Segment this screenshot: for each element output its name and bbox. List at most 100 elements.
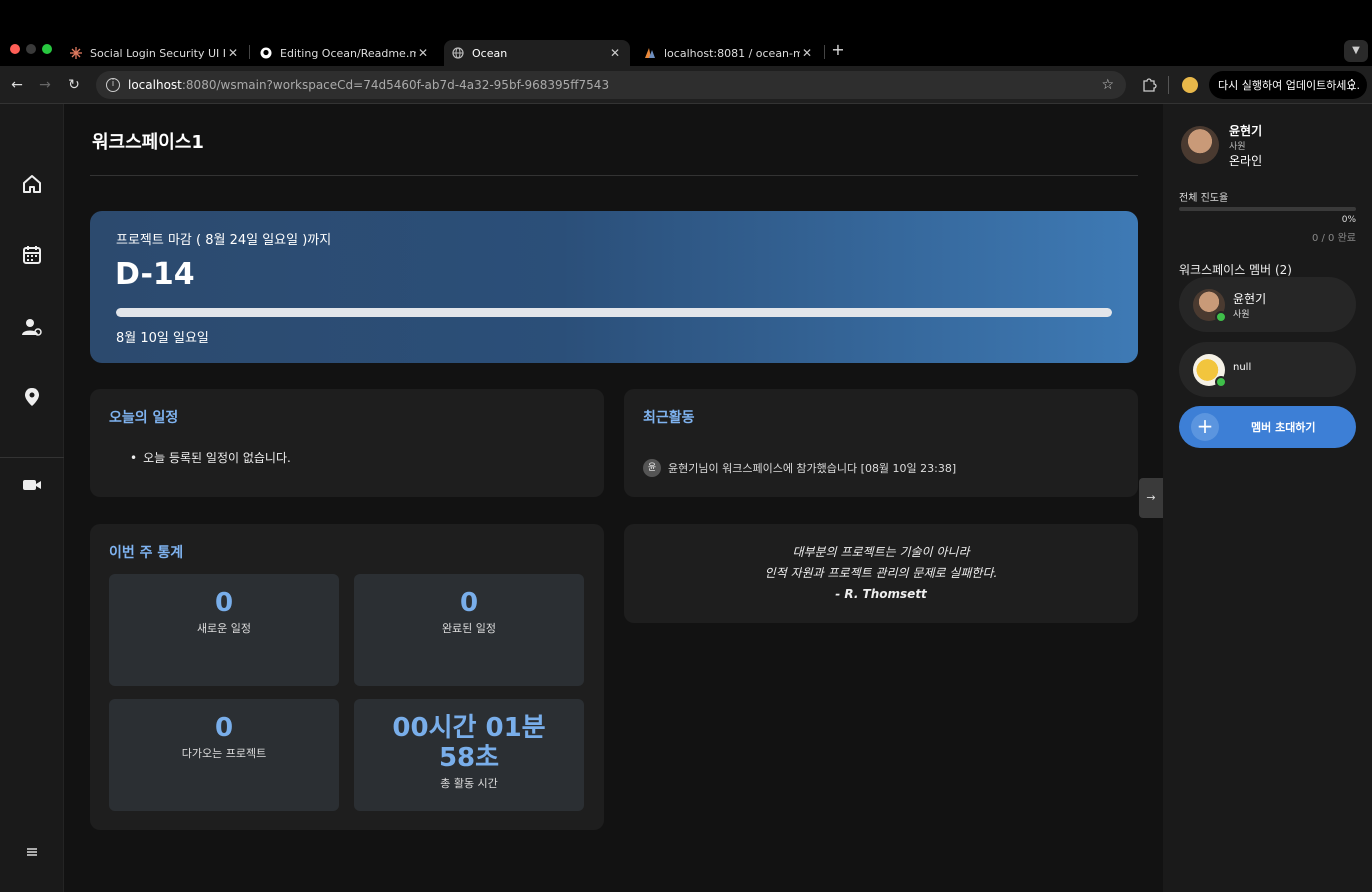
browser-profile-icon[interactable] <box>1182 77 1198 93</box>
quote-card: 대부분의 프로젝트는 기술이 아니라 인적 자원과 프로젝트 관리의 문제로 실… <box>624 524 1138 623</box>
quote-line: 인적 자원과 프로젝트 관리의 문제로 실패한다. <box>764 566 998 580</box>
recent-activity-card: 최근활동 윤 윤현기님이 워크스페이스에 참가했습니다 [08월 10일 23:… <box>624 389 1138 497</box>
member-name: null <box>1233 362 1252 373</box>
tab-separator <box>249 45 250 59</box>
right-panel: 윤현기 사원 온라인 전체 진도율 0% 0 / 0 완료 워크스페이스 멤버 … <box>1163 104 1372 892</box>
weekly-stats-card: 이번 주 통계 0 새로운 일정 0 완료된 일정 0 다가오는 프로젝트 00… <box>90 524 604 830</box>
deadline-progress-bar <box>116 308 1112 317</box>
activity-text: 윤현기님이 워크스페이스에 참가했습니다 [08월 10일 23:38] <box>668 462 957 475</box>
stat-label: 다가오는 프로젝트 <box>181 747 267 760</box>
profile-status: 온라인 <box>1229 154 1263 168</box>
quote-line: 대부분의 프로젝트는 기술이 아니라 <box>792 545 970 559</box>
address-bar[interactable]: i localhost:8080/wsmain?workspaceCd=74d5… <box>96 71 1126 99</box>
url-host: localhost <box>128 78 182 92</box>
member-role: 사원 <box>1233 310 1250 320</box>
plus-icon: + <box>1191 413 1219 441</box>
close-tab-icon[interactable]: ✕ <box>226 46 240 60</box>
hamburger-menu-icon[interactable] <box>20 840 44 864</box>
toolbar-separator <box>1168 76 1169 94</box>
stat-completed-schedules: 0 완료된 일정 <box>354 574 584 686</box>
new-tab-button[interactable]: + <box>830 41 846 59</box>
site-info-icon[interactable]: i <box>106 78 120 92</box>
card-title: 오늘의 일정 <box>109 410 179 426</box>
browser-tab-active[interactable]: Ocean ✕ <box>444 40 630 66</box>
calendar-icon[interactable] <box>20 243 44 267</box>
quote: 대부분의 프로젝트는 기술이 아니라 인적 자원과 프로젝트 관리의 문제로 실… <box>624 542 1138 605</box>
nav-separator <box>0 457 64 458</box>
browser-tab[interactable]: Social Login Security UI Impro ✕ <box>62 40 248 66</box>
video-camera-icon[interactable] <box>20 473 44 497</box>
tab-separator <box>824 45 825 59</box>
profile-name: 윤현기 <box>1229 124 1263 138</box>
today-schedule-card: 오늘의 일정 오늘 등록된 일정이 없습니다. <box>90 389 604 497</box>
dday-counter: D-14 <box>115 257 195 292</box>
online-status-dot <box>1215 311 1227 323</box>
stat-label: 총 활동 시간 <box>440 777 498 790</box>
deadline-banner: 프로젝트 마감 ( 8월 24일 일요일 )까지 D-14 8월 10일 일요일 <box>90 211 1138 363</box>
members-title: 워크스페이스 멤버 (2) <box>1179 263 1292 277</box>
stat-value: 0 <box>214 588 234 618</box>
globe-icon <box>452 47 464 59</box>
tab-search-button[interactable]: ▼ <box>1344 40 1368 62</box>
member-item[interactable]: null <box>1179 342 1356 397</box>
schedule-item: 오늘 등록된 일정이 없습니다. <box>130 449 291 466</box>
member-name: 윤현기 <box>1233 292 1267 306</box>
card-title: 이번 주 통계 <box>109 545 184 561</box>
avatar: 윤 <box>643 459 661 477</box>
overall-progress-label: 전체 진도율 <box>1179 193 1229 204</box>
tab-title: Social Login Security UI Impro <box>90 46 226 60</box>
browser-tab[interactable]: Editing Ocean/Readme.md at ✕ <box>252 40 438 66</box>
arrow-right-icon: → <box>1146 491 1156 504</box>
deadline-progress-fill <box>116 308 1112 317</box>
minimize-window-button[interactable] <box>26 44 36 54</box>
deadline-label: 프로젝트 마감 ( 8월 24일 일요일 )까지 <box>116 233 332 248</box>
url-path: :8080/wsmain?workspaceCd=74d5460f-ab7d-4… <box>181 78 610 92</box>
tab-title: localhost:8081 / ocean-mysq <box>664 46 800 60</box>
close-tab-icon[interactable]: ✕ <box>416 46 430 60</box>
close-window-button[interactable] <box>10 44 20 54</box>
invite-member-button[interactable]: + 멤버 초대하기 <box>1179 406 1356 448</box>
avatar[interactable] <box>1181 126 1219 164</box>
browser-toolbar: ← → ↻ i localhost:8080/wsmain?workspaceC… <box>0 66 1372 104</box>
stat-value: 00시간 01분 58초 <box>392 713 546 773</box>
zoom-window-button[interactable] <box>42 44 52 54</box>
app: 워크스페이스1 프로젝트 마감 ( 8월 24일 일요일 )까지 D-14 8월… <box>0 104 1372 892</box>
bookmark-star-icon[interactable]: ☆ <box>1101 77 1114 93</box>
overall-progress-percent: 0% <box>1341 215 1356 225</box>
close-tab-icon[interactable]: ✕ <box>800 46 814 60</box>
online-status-dot <box>1215 376 1227 388</box>
overall-progress-bar <box>1179 207 1356 211</box>
reload-button[interactable]: ↻ <box>64 75 84 95</box>
stat-label: 완료된 일정 <box>441 622 497 635</box>
location-pin-icon[interactable] <box>20 385 44 409</box>
card-title: 최근활동 <box>643 410 695 426</box>
github-icon <box>260 47 272 59</box>
phpmyadmin-icon <box>644 47 656 59</box>
close-tab-icon[interactable]: ✕ <box>608 46 622 60</box>
update-label: 다시 실행하여 업데이트하세요. <box>1218 79 1361 92</box>
title-divider <box>90 175 1138 176</box>
stat-value: 0 <box>214 713 234 743</box>
starburst-icon <box>70 47 82 59</box>
invite-label: 멤버 초대하기 <box>1251 421 1316 434</box>
overall-progress-count: 0 / 0 완료 <box>1311 233 1356 244</box>
tab-title: Ocean <box>472 46 508 60</box>
collapse-panel-button[interactable]: → <box>1139 478 1163 518</box>
stat-label: 새로운 일정 <box>196 622 252 635</box>
member-item[interactable]: 윤현기 사원 <box>1179 277 1356 332</box>
back-button[interactable]: ← <box>7 75 27 95</box>
user-settings-icon[interactable] <box>20 315 44 339</box>
workspace-title: 워크스페이스1 <box>92 132 204 153</box>
main-content: 워크스페이스1 프로젝트 마감 ( 8월 24일 일요일 )까지 D-14 8월… <box>64 104 1162 892</box>
stat-value: 0 <box>459 588 479 618</box>
activity-item: 윤 윤현기님이 워크스페이스에 참가했습니다 [08월 10일 23:38] <box>643 459 956 477</box>
update-button[interactable]: 다시 실행하여 업데이트하세요. ⋮ <box>1209 71 1367 99</box>
current-date: 8월 10일 일요일 <box>116 331 209 346</box>
left-nav <box>0 104 64 892</box>
extensions-puzzle-icon[interactable] <box>1140 76 1158 94</box>
home-icon[interactable] <box>20 172 44 196</box>
browser-tab[interactable]: localhost:8081 / ocean-mysq ✕ <box>636 40 822 66</box>
more-menu-icon[interactable]: ⋮ <box>1345 77 1359 93</box>
quote-author: - R. Thomsett <box>835 587 927 601</box>
forward-button[interactable]: → <box>35 75 55 95</box>
